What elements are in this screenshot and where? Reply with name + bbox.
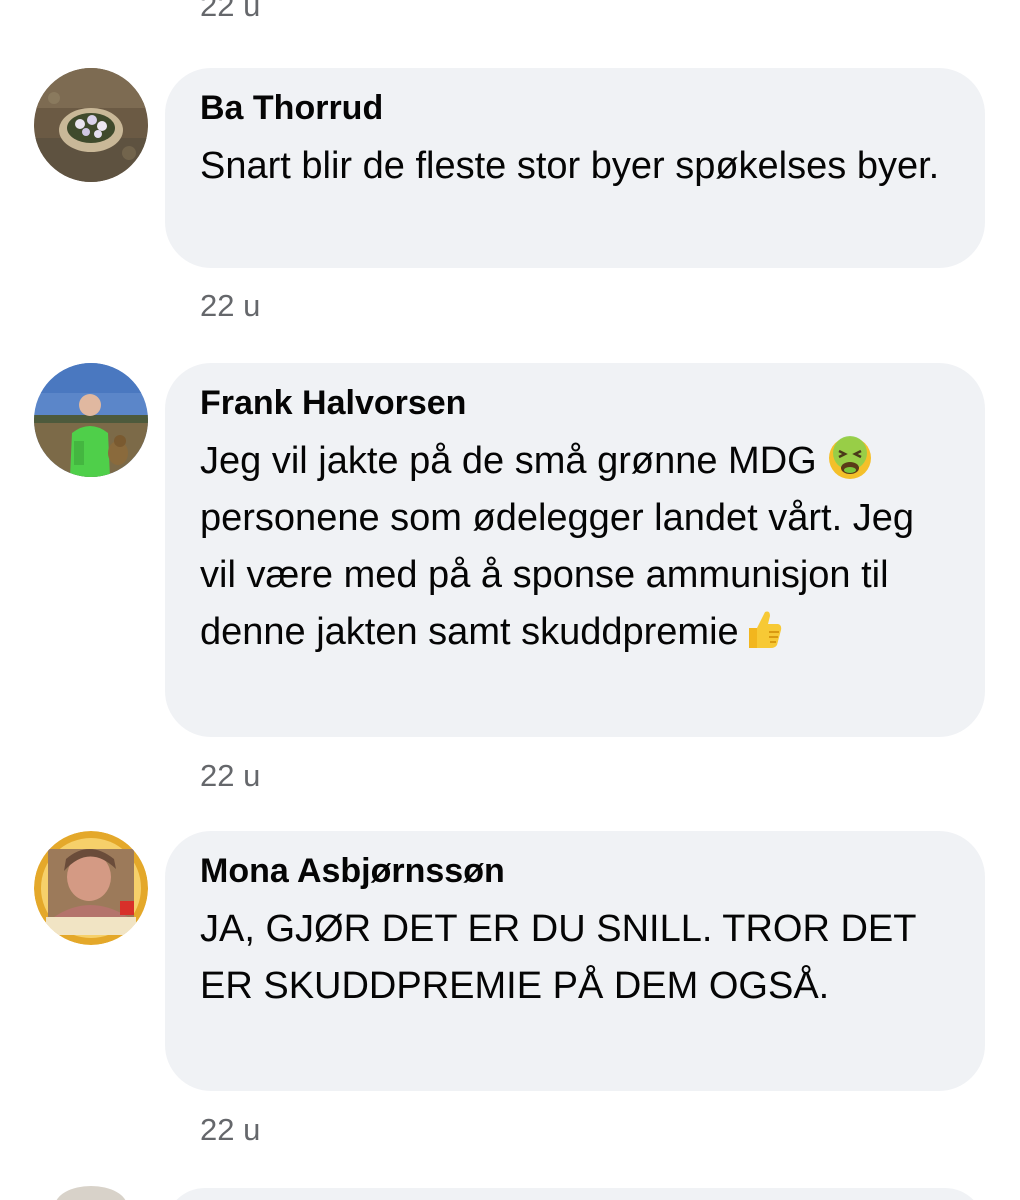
wreath-photo-avatar-icon (34, 68, 148, 182)
man-with-dog-avatar-icon (34, 363, 148, 477)
thumbs-up-emoji-icon (739, 606, 785, 652)
comment-author[interactable]: Frank Halvorsen (200, 383, 949, 423)
nauseated-face-emoji-icon (827, 435, 873, 481)
comment-author[interactable]: Mona Asbjørnssøn (200, 851, 949, 891)
comment-text-part: Jeg vil jakte på de små grønne MDG (200, 440, 828, 482)
comment-text: Jeg vil jakte på de små grønne MDG perso… (200, 433, 949, 661)
comment-bubble[interactable]: Frank Halvorsen Jeg vil jakte på de små … (165, 363, 985, 737)
comment-text-part: personene som ødelegger landet vårt. Jeg… (200, 497, 925, 653)
comment-author[interactable]: Ba Thorrud (200, 88, 949, 128)
comment-text: Snart blir de fleste stor byer spøkelses… (200, 145, 940, 187)
woman-portrait-avatar-icon (34, 831, 148, 945)
comment-timestamp[interactable]: 22 u (200, 0, 260, 24)
comment-bubble[interactable]: Ba Thorrud Snart blir de fleste stor bye… (165, 68, 985, 268)
avatar[interactable] (34, 68, 148, 182)
avatar[interactable] (34, 363, 148, 477)
comment-timestamp[interactable]: 22 u (200, 288, 260, 324)
comment-bubble[interactable] (165, 1188, 985, 1200)
comment-timestamp[interactable]: 22 u (200, 1112, 260, 1148)
avatar[interactable] (55, 1186, 127, 1200)
comment-bubble[interactable]: Mona Asbjørnssøn JA, GJØR DET ER DU SNIL… (165, 831, 985, 1091)
comments-thread: 22 u Ba Thorrud Snart blir de fleste sto… (0, 0, 1020, 1200)
avatar[interactable] (34, 831, 148, 945)
comment-timestamp[interactable]: 22 u (200, 758, 260, 794)
comment-text: JA, GJØR DET ER DU SNILL. TROR DET ER SK… (200, 908, 927, 1007)
